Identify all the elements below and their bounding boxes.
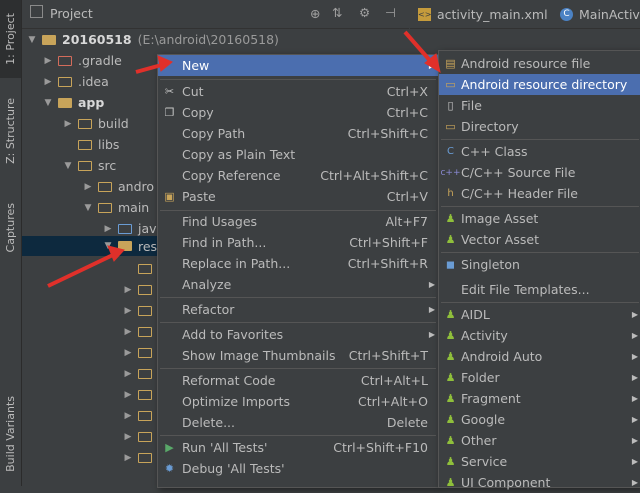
annotation-arrows [47, 30, 441, 288]
annotation-arrow-resource-dir [403, 30, 435, 66]
annotation-arrow-res [47, 252, 116, 288]
annotation-arrow-res-head [107, 245, 125, 262]
annotation-arrow-new-head [157, 55, 173, 72]
